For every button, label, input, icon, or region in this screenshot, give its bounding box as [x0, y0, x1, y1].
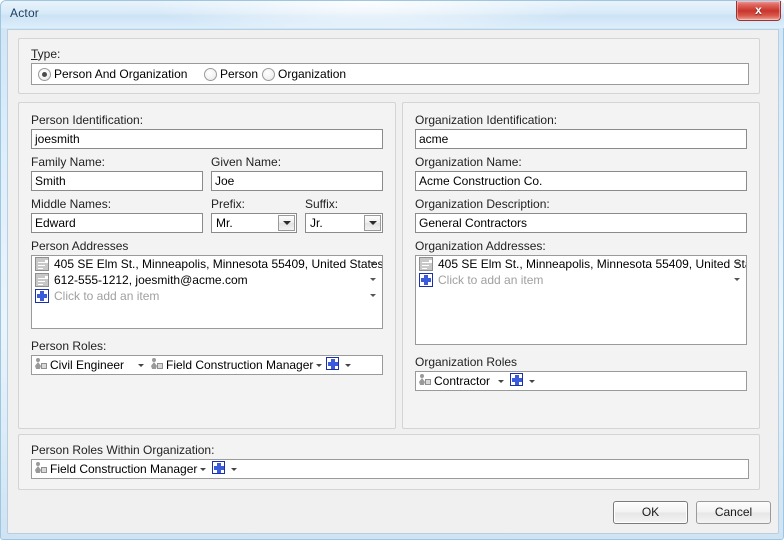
list-item-label: 405 SE Elm St., Minneapolis, Minnesota 5… — [54, 257, 383, 271]
role-chip-label: Field Construction Manager — [166, 358, 314, 372]
chevron-down-icon[interactable] — [138, 364, 144, 367]
radio-label-person: Person — [220, 67, 259, 81]
organization-name-label: Organization Name: — [415, 155, 522, 169]
person-roles-within-organization-strip[interactable]: Field Construction Manager — [31, 459, 749, 479]
type-label: Type: — [31, 47, 60, 61]
chevron-down-icon[interactable] — [345, 364, 351, 367]
family-name-input[interactable]: Smith — [31, 171, 203, 191]
given-name-label: Given Name: — [211, 155, 282, 169]
chevron-down-icon[interactable] — [734, 278, 740, 281]
form-icon — [35, 273, 49, 287]
organization-addresses-label: Organization Addresses: — [415, 239, 546, 253]
chevron-down-icon[interactable] — [370, 262, 376, 265]
role-chip-label: Civil Engineer — [50, 358, 125, 372]
chevron-down-icon[interactable] — [734, 262, 740, 265]
person-roles-within-organization-label: Person Roles Within Organization: — [31, 443, 215, 457]
dialog-client-area: Type: Person And Organization Person Org… — [7, 29, 779, 534]
radio-person-and-organization[interactable]: Person And Organization — [38, 66, 200, 84]
type-radio-group: Person And Organization Person Organizat… — [31, 63, 749, 85]
window-title: Actor — [10, 6, 40, 20]
suffix-label: Suffix: — [305, 197, 339, 211]
prefix-value: Mr. — [216, 216, 233, 230]
prefix-combo[interactable]: Mr. — [211, 213, 297, 233]
suffix-value: Jr. — [310, 216, 323, 230]
chevron-down-icon[interactable] — [200, 468, 206, 471]
title-bar-sheen — [151, 1, 581, 28]
middle-names-input[interactable]: Edward — [31, 213, 203, 233]
person-role-icon — [150, 357, 164, 371]
chevron-down-icon[interactable] — [231, 468, 237, 471]
ok-button[interactable]: OK — [613, 501, 688, 524]
organization-roles-strip[interactable]: Contractor — [415, 371, 747, 391]
form-icon — [35, 257, 49, 271]
organization-identification-label: Organization Identification: — [415, 113, 558, 127]
given-name-input[interactable]: Joe — [211, 171, 383, 191]
person-roles-label: Person Roles: — [31, 339, 107, 353]
organization-description-label: Organization Description: — [415, 197, 550, 211]
list-item[interactable]: 405 SE Elm St., Minneapolis, Minnesota 5… — [32, 256, 382, 272]
radio-label-person-and-organization: Person And Organization — [54, 67, 188, 81]
list-item-label: 612-555-1212, joesmith@acme.com — [54, 273, 248, 287]
person-addresses-label: Person Addresses — [31, 239, 129, 253]
actor-dialog-window: Actor x Type: Person And Organization Pe… — [0, 0, 784, 540]
organization-panel: Organization Identification: acme Organi… — [402, 102, 760, 429]
radio-dot-person — [204, 68, 217, 81]
chevron-down-icon[interactable] — [370, 278, 376, 281]
type-group: Type: Person And Organization Person Org… — [18, 38, 760, 94]
suffix-combo[interactable]: Jr. — [305, 213, 383, 233]
list-item[interactable]: 405 SE Elm St., Minneapolis, Minnesota 5… — [416, 256, 746, 272]
add-plus-icon[interactable] — [35, 289, 49, 303]
organization-addresses-list[interactable]: 405 SE Elm St., Minneapolis, Minnesota 5… — [415, 255, 747, 345]
person-panel: Person Identification: joesmith Family N… — [18, 102, 396, 429]
cancel-button[interactable]: Cancel — [696, 501, 771, 524]
list-item-add[interactable]: Click to add an item — [32, 288, 382, 304]
radio-person[interactable]: Person — [204, 66, 266, 84]
add-plus-icon[interactable] — [419, 273, 433, 287]
role-chip-label: Contractor — [434, 374, 491, 388]
person-identification-label: Person Identification: — [31, 113, 144, 127]
person-roles-strip[interactable]: Civil Engineer Field Construction Manage… — [31, 355, 383, 375]
organization-name-input[interactable]: Acme Construction Co. — [415, 171, 747, 191]
type-label-accel: T — [31, 47, 38, 61]
list-item[interactable]: 612-555-1212, joesmith@acme.com — [32, 272, 382, 288]
close-icon[interactable]: x — [736, 1, 781, 21]
radio-dot-organization — [262, 68, 275, 81]
list-item-add-label: Click to add an item — [438, 273, 544, 287]
chevron-down-icon[interactable] — [316, 364, 322, 367]
chevron-down-icon[interactable] — [364, 215, 381, 231]
organization-identification-input[interactable]: acme — [415, 129, 747, 149]
chevron-down-icon[interactable] — [498, 380, 504, 383]
radio-label-organization: Organization — [278, 67, 347, 81]
radio-organization[interactable]: Organization — [262, 66, 362, 84]
person-roles-within-organization-group: Person Roles Within Organization: Field … — [18, 434, 760, 490]
organization-roles-label: Organization Roles — [415, 355, 518, 369]
chevron-down-icon[interactable] — [529, 380, 535, 383]
list-item-add[interactable]: Click to add an item — [416, 272, 746, 288]
person-role-icon — [34, 461, 48, 475]
person-role-icon — [34, 357, 48, 371]
organization-description-input[interactable]: General Contractors — [415, 213, 747, 233]
list-item-label: 405 SE Elm St., Minneapolis, Minnesota 5… — [438, 257, 747, 271]
role-chip-label: Field Construction Manager — [50, 462, 198, 476]
family-name-label: Family Name: — [31, 155, 106, 169]
add-plus-icon[interactable] — [510, 373, 523, 386]
form-icon — [419, 257, 433, 271]
prefix-label: Prefix: — [211, 197, 246, 211]
person-role-icon — [418, 373, 432, 387]
add-plus-icon[interactable] — [212, 461, 225, 474]
radio-dot-person-and-organization — [38, 68, 51, 81]
middle-names-label: Middle Names: — [31, 197, 112, 211]
list-item-add-label: Click to add an item — [54, 289, 160, 303]
chevron-down-icon[interactable] — [278, 215, 295, 231]
title-bar: Actor x — [1, 1, 784, 28]
add-plus-icon[interactable] — [326, 357, 339, 370]
person-addresses-list[interactable]: 405 SE Elm St., Minneapolis, Minnesota 5… — [31, 255, 383, 329]
type-label-rest: ype: — [37, 47, 61, 61]
chevron-down-icon[interactable] — [370, 294, 376, 297]
person-identification-input[interactable]: joesmith — [31, 129, 383, 149]
